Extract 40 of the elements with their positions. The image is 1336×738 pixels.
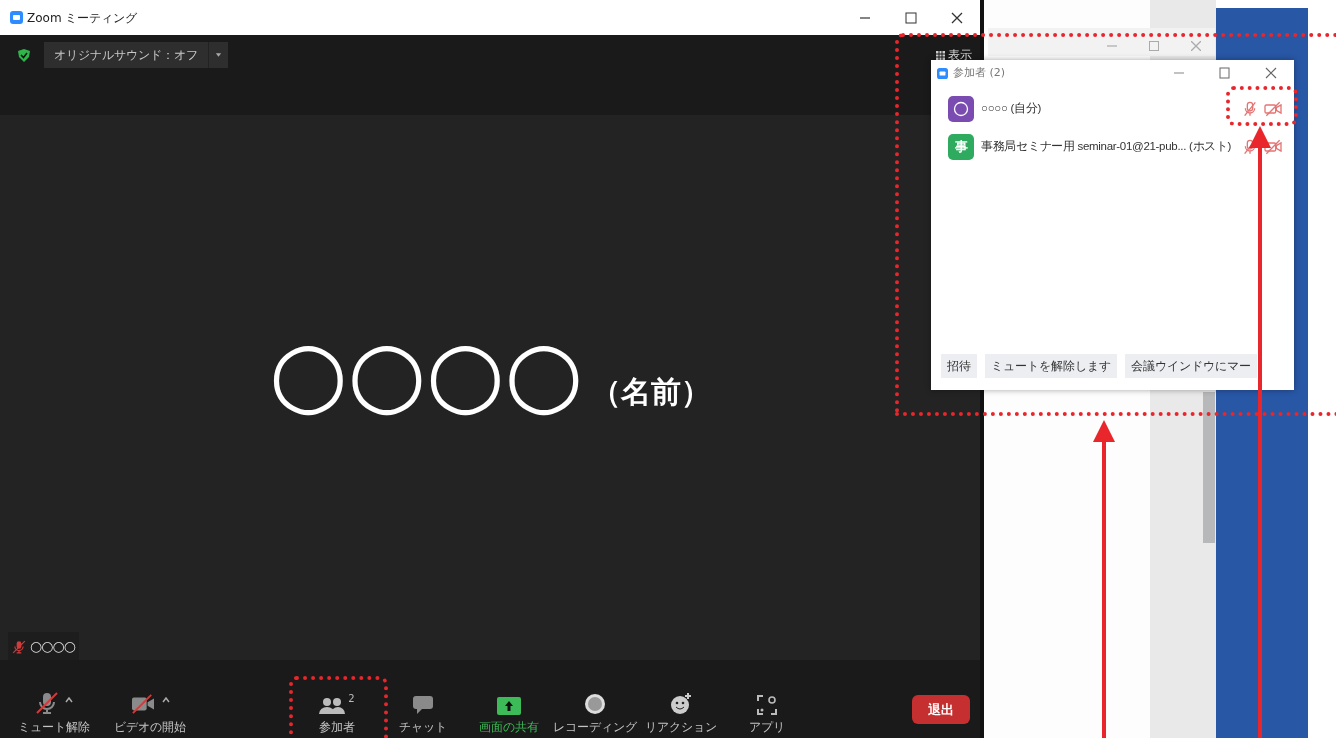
video-off-icon[interactable] [1264,101,1282,117]
dropdown-caret-icon[interactable] [208,42,228,68]
grid-icon [936,50,945,60]
chat-button[interactable]: チャット [380,691,466,736]
zoom-logo-icon [10,11,23,24]
speech-bubble-icon [412,695,434,715]
caret-icon[interactable] [162,697,170,703]
apps-icon [757,695,777,715]
apps-button[interactable]: アプリ [724,691,810,736]
smiley-icon [670,693,692,715]
record-icon [584,693,606,715]
share-button[interactable]: 画面の共有 [466,691,552,736]
participant-name: 事務局セミナー用 seminar-01@21-pub... (ホスト) [981,139,1232,155]
reaction-button[interactable]: リアクション [638,691,724,736]
video-off-icon[interactable] [1264,139,1282,155]
window-title: Zoom ミーティング [27,9,138,27]
original-sound-button[interactable]: オリジナルサウンド：オフ [44,42,208,68]
leave-button[interactable]: 退出 [912,694,970,724]
caret-icon[interactable] [65,697,73,703]
zoom-logo-icon [937,67,948,79]
footer-button[interactable]: 招待 [941,354,977,378]
participants-button[interactable]: 2 参加者 [294,691,380,736]
name-caption: （名前） [591,372,712,411]
maximize-button[interactable] [1149,41,1159,51]
record-button[interactable]: レコーディング [552,691,638,736]
participant-name: ○○○○ (自分) [981,101,1041,117]
muted-mic-icon[interactable] [1242,101,1258,117]
shield-icon[interactable] [18,48,30,62]
video-button[interactable]: ビデオの開始 [102,691,198,736]
view-button[interactable]: 表示 [936,46,972,64]
share-screen-icon [497,697,521,715]
avatar: 事 [948,134,974,160]
mic-button[interactable]: ミュート解除 [6,691,102,736]
footer-button[interactable]: 会議ウインドウにマー [1125,354,1257,378]
participants-window-title: 参加者 (2) [953,64,1006,81]
participant-name: ○○○○ [268,327,584,418]
footer-button[interactable]: ミュートを解除します [985,354,1117,378]
name-tag-text: ○○○○ [30,636,75,656]
people-icon [319,697,346,715]
scrollbar-thumb[interactable] [1203,392,1215,543]
